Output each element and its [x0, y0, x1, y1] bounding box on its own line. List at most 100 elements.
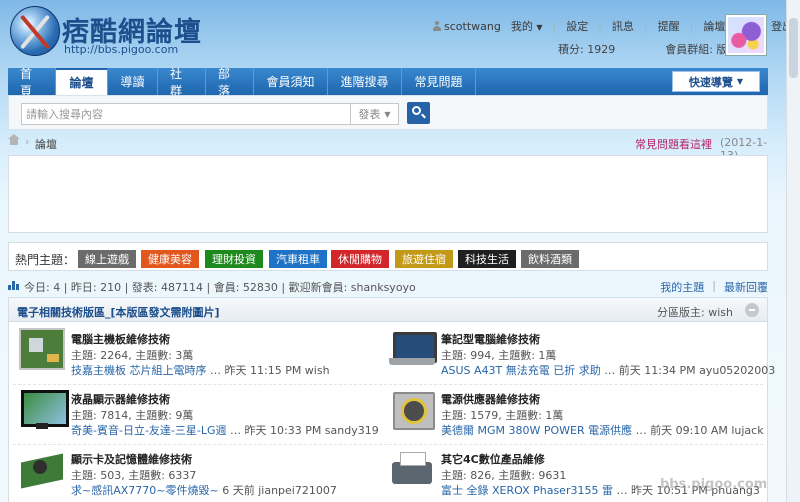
section-title[interactable]: 電子相關技術版區_[本版區發文需附圖片] — [17, 304, 220, 320]
forum-stats: 今日: 4 | 昨日: 210 | 發表: 487114 | 會員: 52830… — [8, 278, 768, 295]
row-divider — [13, 444, 763, 445]
main-nav: 首頁 論壇 導讀 社群 部落 會員須知 進階搜尋 常見問題 快速導覽 ▼ — [8, 67, 768, 98]
forum-last-post: 美德爾 MGM 380W POWER 電源供應 … 前天 09:10 AM lu… — [441, 422, 764, 438]
breadcrumb-separator: › — [25, 135, 30, 148]
last-post-meta: … 昨天 10:33 PM sandy319 — [230, 424, 379, 437]
hot-tag[interactable]: 健康美容 — [141, 250, 199, 268]
nav-home[interactable]: 首頁 — [8, 67, 56, 98]
last-post-link[interactable]: 奇美-賓音-日立-友達-三星-LG週 — [71, 424, 227, 437]
nav-guide[interactable]: 導讀 — [108, 68, 158, 95]
separator: | — [643, 19, 648, 33]
home-icon[interactable] — [8, 134, 20, 147]
nav-blog[interactable]: 部落 — [206, 67, 254, 98]
search-bar: 發表▼ — [8, 95, 768, 130]
separator: | — [552, 19, 557, 33]
graphics-card-icon[interactable] — [19, 448, 65, 490]
search-type-value: 發表 — [358, 108, 381, 121]
forum-item: 電腦主機板維修技術 主題: 2264, 主題數: 3萬 技嘉主機板 芯片組上電時… — [19, 328, 389, 384]
motherboard-icon[interactable] — [19, 328, 65, 370]
power-supply-icon[interactable] — [389, 388, 435, 430]
collapse-icon[interactable] — [745, 303, 759, 317]
row-divider — [13, 384, 763, 385]
laptop-icon[interactable] — [389, 328, 437, 370]
page-scrollbar[interactable] — [786, 0, 800, 502]
avatar[interactable] — [725, 14, 767, 56]
hot-tag[interactable]: 旅遊住宿 — [395, 250, 453, 268]
forum-name[interactable]: 其它4C數位產品維修 — [441, 451, 545, 467]
hot-tag[interactable]: 汽車租車 — [269, 250, 327, 268]
avatar-image — [728, 17, 764, 53]
monitor-icon[interactable] — [19, 388, 69, 430]
forum-counts: 主題: 826, 主題數: 9631 — [441, 469, 567, 482]
nav-faq[interactable]: 常見問題 — [402, 68, 476, 95]
breadcrumb-current[interactable]: 論壇 — [35, 136, 57, 152]
site-logo-icon[interactable] — [10, 6, 60, 56]
forum-name[interactable]: 筆記型電腦維修技術 — [441, 331, 540, 347]
forum-name[interactable]: 電源供應器維修技術 — [441, 391, 540, 407]
settings-link[interactable]: 設定 — [566, 18, 588, 34]
forum-counts: 主題: 2264, 主題數: 3萬 — [71, 349, 194, 362]
nav-community[interactable]: 社群 — [158, 67, 206, 98]
forum-name[interactable]: 液晶顯示器維修技術 — [71, 391, 170, 407]
caret-down-icon: ▼ — [536, 23, 543, 32]
stats-links: 我的主題 | 最新回覆 — [660, 279, 768, 295]
search-type-select[interactable]: 發表 ▼ — [351, 103, 399, 125]
hot-tag[interactable]: 休閒購物 — [331, 250, 389, 268]
forum-counts: 主題: 7814, 主題數: 9萬 — [71, 409, 194, 422]
site-url: http://bbs.pigoo.com — [64, 43, 179, 56]
watermark: bbs.pigoo.com — [660, 477, 768, 492]
hot-tag[interactable]: 線上遊戲 — [78, 250, 136, 268]
username-link[interactable]: scottwang — [432, 20, 501, 33]
latest-reply-link[interactable]: 最新回覆 — [724, 279, 768, 295]
last-post-meta: … 前天 09:10 AM lujack — [635, 424, 764, 437]
section-moderator[interactable]: 分區版主: wish — [657, 304, 733, 320]
messages-link[interactable]: 訊息 — [612, 18, 634, 34]
username: scottwang — [444, 19, 501, 33]
last-post-link[interactable]: 求~感訊AX7770~零件燒毀~ — [71, 484, 219, 497]
faq-link[interactable]: 常見問題看這裡 — [635, 136, 712, 152]
hot-topics-bar: 熱門主題： 線上遊戲 健康美容 理財投資 汽車租車 休閒購物 旅遊住宿 科技生活… — [8, 242, 768, 271]
search-button[interactable] — [407, 102, 430, 124]
search-input[interactable] — [21, 103, 351, 125]
nav-advanced-search[interactable]: 進階搜尋 — [328, 68, 402, 95]
my-menu[interactable]: 我的 ▼ — [511, 18, 543, 34]
forum-name[interactable]: 電腦主機板維修技術 — [71, 331, 170, 347]
forum-last-post: 奇美-賓音-日立-友達-三星-LG週 … 昨天 10:33 PM sandy31… — [71, 422, 379, 438]
separator: | — [712, 279, 716, 292]
nav-member-rules[interactable]: 會員須知 — [254, 68, 328, 95]
caret-down-icon: ▼ — [736, 77, 744, 86]
quick-nav-button[interactable]: 快速導覽 ▼ — [672, 71, 760, 92]
scrollbar-thumb[interactable] — [789, 18, 798, 78]
last-post-meta: … 昨天 11:15 PM wish — [210, 364, 330, 377]
hot-tag[interactable]: 科技生活 — [458, 250, 516, 268]
user-stats: 積分: 1929 會員群組: 版主 — [558, 41, 738, 57]
stats-text: 今日: 4 | 昨日: 210 | 發表: 487114 | 會員: 52830… — [24, 281, 416, 294]
hot-tag[interactable]: 飲料酒類 — [521, 250, 579, 268]
forum-counts: 主題: 503, 主題數: 6337 — [71, 469, 197, 482]
forum-item: 電源供應器維修技術 主題: 1579, 主題數: 1萬 美德爾 MGM 380W… — [389, 388, 764, 444]
quick-nav-label: 快速導覽 — [688, 75, 733, 89]
last-post-meta: 6 天前 jianpei721007 — [222, 484, 337, 497]
last-post-link[interactable]: ASUS A43T 無法充電 已折 求助 — [441, 364, 601, 377]
separator: | — [689, 19, 694, 33]
hot-tag[interactable]: 理財投資 — [205, 250, 263, 268]
nav-forum[interactable]: 論壇 — [56, 68, 108, 95]
forum-counts: 主題: 1579, 主題數: 1萬 — [441, 409, 564, 422]
last-post-meta: … 前天 11:34 PM ayu05202003 — [604, 364, 776, 377]
forum-item: 顯示卡及記憶體維修技術 主題: 503, 主題數: 6337 求~感訊AX777… — [19, 448, 389, 502]
last-post-link[interactable]: 美德爾 MGM 380W POWER 電源供應 — [441, 424, 632, 437]
last-post-link[interactable]: 富士 全錄 XEROX Phaser3155 雷 — [441, 484, 613, 497]
page: 痞酷網論壇 http://bbs.pigoo.com scottwang 我的 … — [0, 0, 800, 502]
reminders-link[interactable]: 提醒 — [658, 18, 680, 34]
forum-item: 筆記型電腦維修技術 主題: 994, 主題數: 1萬 ASUS A43T 無法充… — [389, 328, 775, 384]
printer-icon[interactable] — [389, 448, 435, 490]
forum-name[interactable]: 顯示卡及記憶體維修技術 — [71, 451, 192, 467]
announcement-area — [8, 155, 768, 233]
stats-chart-icon — [8, 280, 19, 290]
forum-counts: 主題: 994, 主題數: 1萬 — [441, 349, 557, 362]
breadcrumb: › 論壇 常見問題看這裡 (2012-1-13) — [8, 134, 768, 162]
points-link[interactable]: 積分: 1929 — [558, 41, 615, 57]
my-topics-link[interactable]: 我的主題 — [660, 279, 704, 295]
last-post-link[interactable]: 技嘉主機板 芯片組上電時序 — [71, 364, 207, 377]
forum-item: 液晶顯示器維修技術 主題: 7814, 主題數: 9萬 奇美-賓音-日立-友達-… — [19, 388, 389, 444]
